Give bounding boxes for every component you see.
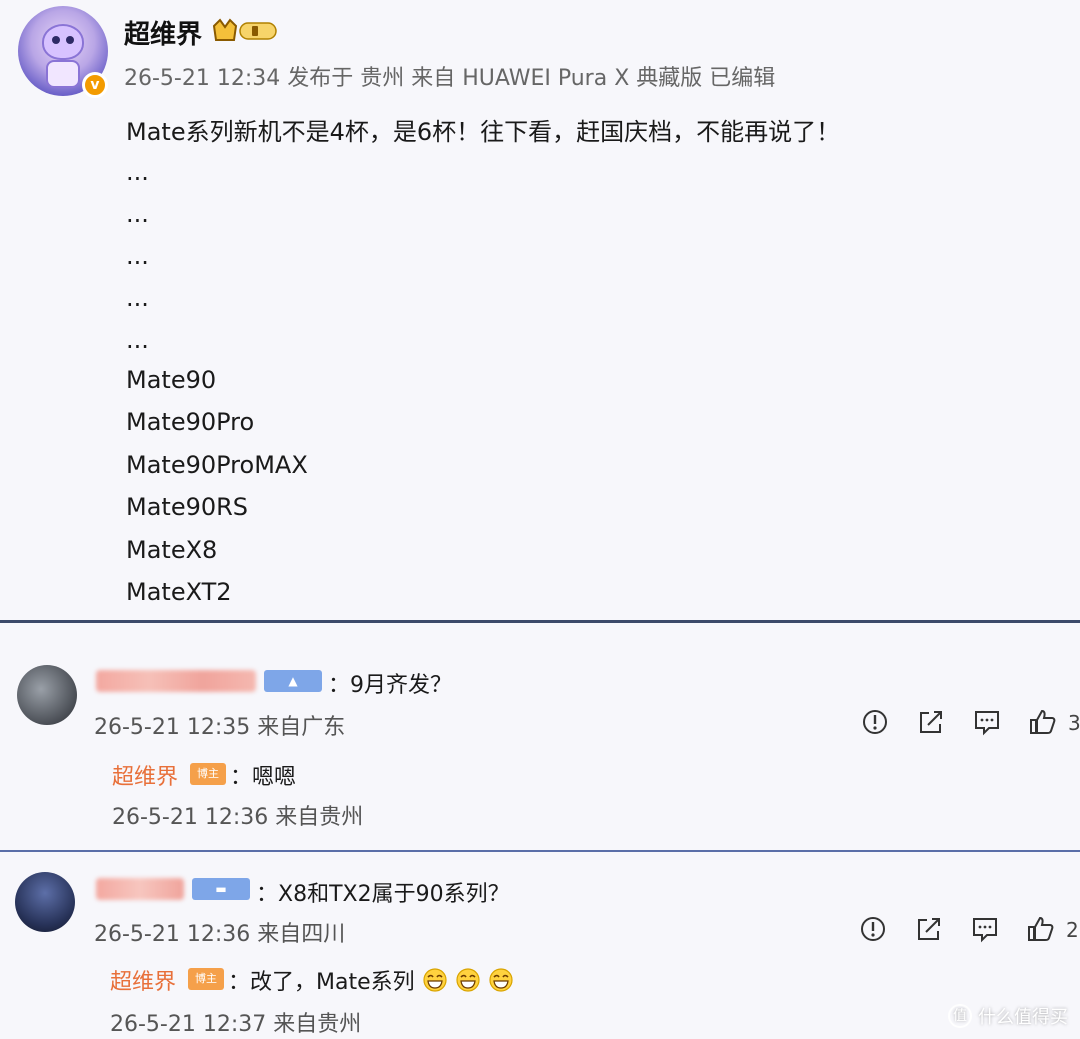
model-name: MateXT2 (126, 578, 232, 606)
mascot-eye-left (52, 36, 60, 44)
post-ellipsis: ... (126, 242, 149, 270)
laughing-emoji-icon (423, 968, 447, 992)
share-icon[interactable] (914, 914, 944, 944)
reply-meta: 26-5-21 12:36 来自贵州 (112, 805, 364, 830)
comment-meta: 26-5-21 12:36 来自四川 (94, 922, 346, 947)
like-count: 2 (1066, 918, 1079, 942)
watermark-logo-icon: 值 (948, 1004, 972, 1028)
post-ellipsis: ... (126, 158, 149, 186)
reply-text: ：嗯嗯 (230, 765, 297, 790)
post-meta: 26-5-21 12:34 发布于 贵州 来自 HUAWEI Pura X 典藏… (124, 66, 776, 91)
post-lead-text: Mate系列新机不是4杯，是6杯！往下看，赶国庆档，不能再说了！ (126, 118, 841, 146)
post-ellipsis: ... (126, 326, 149, 354)
report-icon[interactable] (858, 914, 888, 944)
watermark: 值 什么值得买 (948, 1003, 1068, 1029)
commenter-avatar[interactable] (15, 872, 75, 932)
comment-text: ：X8和TX2属于90系列？ (256, 882, 510, 907)
model-name: MateX8 (126, 536, 218, 564)
weibo-post: v 超维界 26-5-21 12:34 发布于 贵州 来自 HUAWEI Pur… (0, 0, 1080, 622)
mascot-head (42, 24, 84, 60)
comment-icon[interactable] (972, 707, 1002, 737)
watermark-text: 什么值得买 (978, 1007, 1068, 1028)
host-tag: 博主 (188, 968, 224, 990)
reply-box: 超维界 博主 ：嗯嗯 26-5-21 12:36 来自贵州 (96, 749, 1080, 839)
mascot-eye-right (66, 36, 74, 44)
reply-meta: 26-5-21 12:37 来自贵州 (110, 1012, 362, 1037)
laughing-emoji-icon (456, 968, 480, 992)
model-name: Mate90ProMAX (126, 451, 308, 479)
reply-text-wrap: ：改了，Mate系列 (228, 964, 514, 996)
comment-item: ▲ ：9月齐发？ 26-5-21 12:35 来自广东 3 超维界 博主 ：嗯嗯… (0, 623, 1080, 850)
host-tag: 博主 (190, 763, 226, 785)
comment-text: ：9月齐发？ (328, 673, 452, 698)
reply-author[interactable]: 超维界 (110, 964, 176, 996)
verified-badge-icon: v (82, 72, 108, 98)
comment-item: ▬ ：X8和TX2属于90系列？ 26-5-21 12:36 来自四川 2 超维… (0, 852, 1080, 1039)
like-count: 3 (1068, 711, 1080, 735)
like-icon[interactable] (1028, 707, 1058, 737)
post-ellipsis: ... (126, 200, 149, 228)
reply-author[interactable]: 超维界 (112, 759, 178, 791)
model-name: Mate90Pro (126, 408, 255, 436)
model-name: Mate90 (126, 366, 217, 394)
commenter-name-blurred[interactable] (96, 878, 184, 900)
vip-crown-icon[interactable] (212, 18, 280, 44)
reply-box: 超维界 博主 ：改了，Mate系列 26-5-21 12:37 来自贵州 (96, 954, 1080, 1039)
like-icon[interactable] (1026, 914, 1056, 944)
comment-icon[interactable] (970, 914, 1000, 944)
mascot-body (46, 60, 80, 88)
report-icon[interactable] (860, 707, 890, 737)
comment-meta: 26-5-21 12:35 来自广东 (94, 715, 346, 740)
post-ellipsis: ... (126, 284, 149, 312)
user-level-tag: ▲ (264, 670, 322, 692)
author-name[interactable]: 超维界 (124, 14, 202, 51)
share-icon[interactable] (916, 707, 946, 737)
user-level-tag: ▬ (192, 878, 250, 900)
reply-text: ：改了，Mate系列 (228, 970, 415, 995)
commenter-avatar[interactable] (17, 665, 77, 725)
laughing-emoji-icon (489, 968, 513, 992)
commenter-name-blurred[interactable] (96, 670, 256, 692)
model-name: Mate90RS (126, 493, 249, 521)
